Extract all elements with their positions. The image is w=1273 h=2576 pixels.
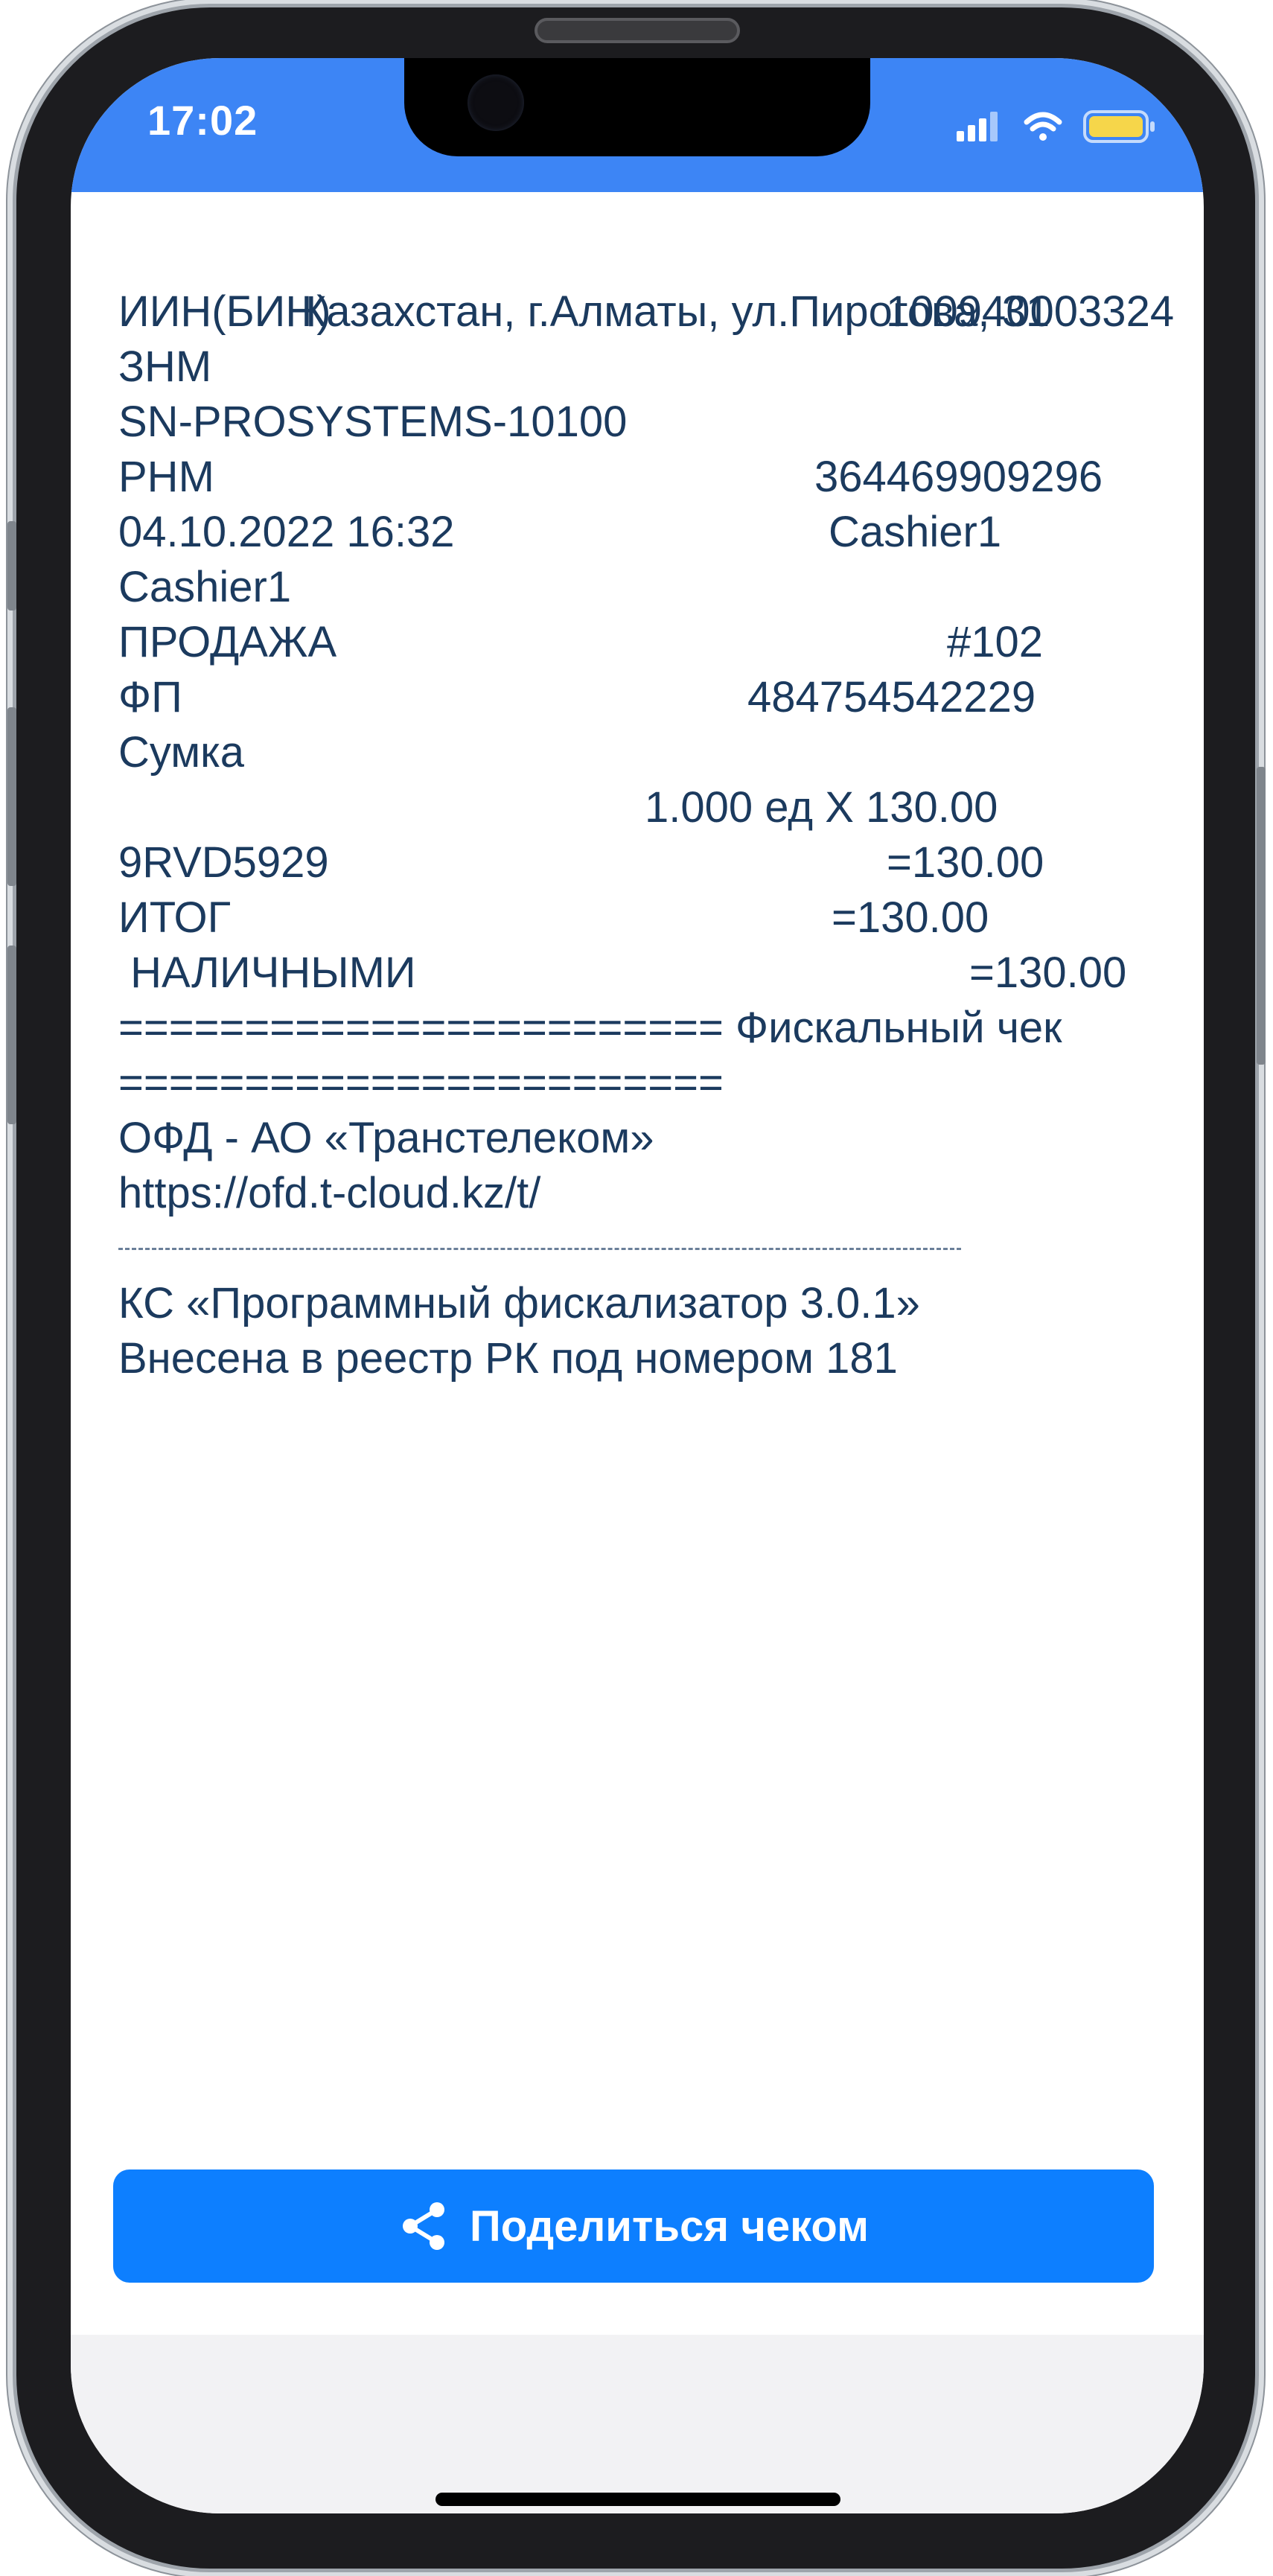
receipt-registry: Внесена в реестр РК под номером 181 [118,1331,1161,1386]
share-receipt-button[interactable]: Поделиться чеком [113,2169,1154,2283]
receipt-label: 9RVD5929 [118,838,329,887]
receipt-label: ИИН(БИН) [118,287,331,336]
receipt-address: Казахстан, г.Алматы, ул.Пирогова, 31 [118,229,1161,336]
receipt-row-znm: ЗНМ [118,339,1161,395]
receipt-url: https://ofd.t-cloud.kz/t/ [118,1166,1161,1221]
receipt-label: НАЛИЧНЫМИ [118,949,416,997]
receipt: Казахстан, г.Алматы, ул.Пирогова, 31 ИИН… [118,229,1174,1386]
receipt-row-sale: ПРОДАЖА #102 [118,615,1161,670]
receipt-label: SN-PROSYSTEMS-10100 [118,398,628,446]
wifi-icon [1024,112,1062,141]
receipt-label: ИТОГ [118,893,232,942]
receipt-value: 484754542229 [747,673,1036,721]
volume-down-button [7,946,16,1124]
receipt-row-fp: ФП 484754542229 [118,670,1161,725]
receipt-label: Сумка [118,728,245,777]
receipt-row-item-qty: 1.000 ед X 130.00 [118,780,1161,835]
receipt-value: =130.00 [887,838,1044,887]
receipt-value: Cashier1 [829,508,1002,556]
receipt-value: =130.00 [832,893,989,942]
separator-text: ======================== Фискальный чек [118,1004,1062,1052]
status-bar: 17:02 [71,58,1204,192]
phone-screen: 17:02 Казахстан, г.Алматы, ул.Пирогова, … [71,58,1204,2513]
receipt-label: Cashier1 [118,563,292,611]
receipt-label: ПРОДАЖА [118,618,337,666]
status-time: 17:02 [147,97,258,144]
silent-switch [7,521,16,610]
receipt-label: ЗНМ [118,342,212,391]
notch [404,58,870,156]
volume-up-button [7,707,16,886]
power-button [1257,767,1266,1065]
front-camera [468,74,524,131]
receipt-row-rnm: РНМ 364469909296 [118,450,1161,505]
receipt-value: =130.00 [969,949,1127,997]
cellular-signal-icon [957,112,998,141]
share-button-label: Поделиться чеком [470,2202,869,2251]
receipt-dash-divider [118,1221,1161,1276]
ofd-text: ОФД - АО «Транстелеком» [118,1114,654,1162]
receipt-value: 364469909296 [814,453,1103,501]
receipt-separator: ======================== [118,1056,1161,1111]
receipt-value: #102 [947,618,1044,666]
bottom-safe-area [71,2335,1204,2513]
receipt-ks: КС «Программный фискализатор 3.0.1» [118,1276,1161,1331]
receipt-row-cashier: Cashier1 [118,560,1161,615]
dash-line [118,1248,961,1250]
receipt-label: РНМ [118,453,214,501]
receipt-row-total: ИТОГ =130.00 [118,890,1161,946]
receipt-row-datetime: 04.10.2022 16:32 Cashier1 [118,505,1161,560]
receipt-label: ФП [118,673,182,721]
earpiece-speaker [535,18,740,43]
receipt-separator-fiscal: ======================== Фискальный чек [118,1001,1161,1056]
receipt-value: 100940003324 [886,287,1175,336]
status-icons [957,110,1155,143]
receipt-value: 1.000 ед X 130.00 [645,783,998,832]
receipt-ofd: ОФД - АО «Транстелеком» [118,1111,1161,1166]
separator-text: ======================== [118,1059,724,1107]
receipt-row-iin: ИИН(БИН) 100940003324 [118,284,1174,339]
receipt-row-serial: SN-PROSYSTEMS-10100 [118,395,1161,450]
receipt-label: 04.10.2022 16:32 [118,508,455,556]
home-indicator[interactable] [436,2493,840,2506]
url-text: https://ofd.t-cloud.kz/t/ [118,1169,541,1217]
receipt-row-item-sum: 9RVD5929 =130.00 [118,835,1161,890]
receipt-row-cash: НАЛИЧНЫМИ =130.00 [118,946,1161,1001]
receipt-row-item-name: Сумка [118,725,1161,780]
battery-icon [1083,110,1155,143]
registry-text: Внесена в реестр РК под номером 181 [118,1334,898,1383]
ks-text: КС «Программный фискализатор 3.0.1» [118,1279,920,1327]
share-icon [403,2202,445,2250]
